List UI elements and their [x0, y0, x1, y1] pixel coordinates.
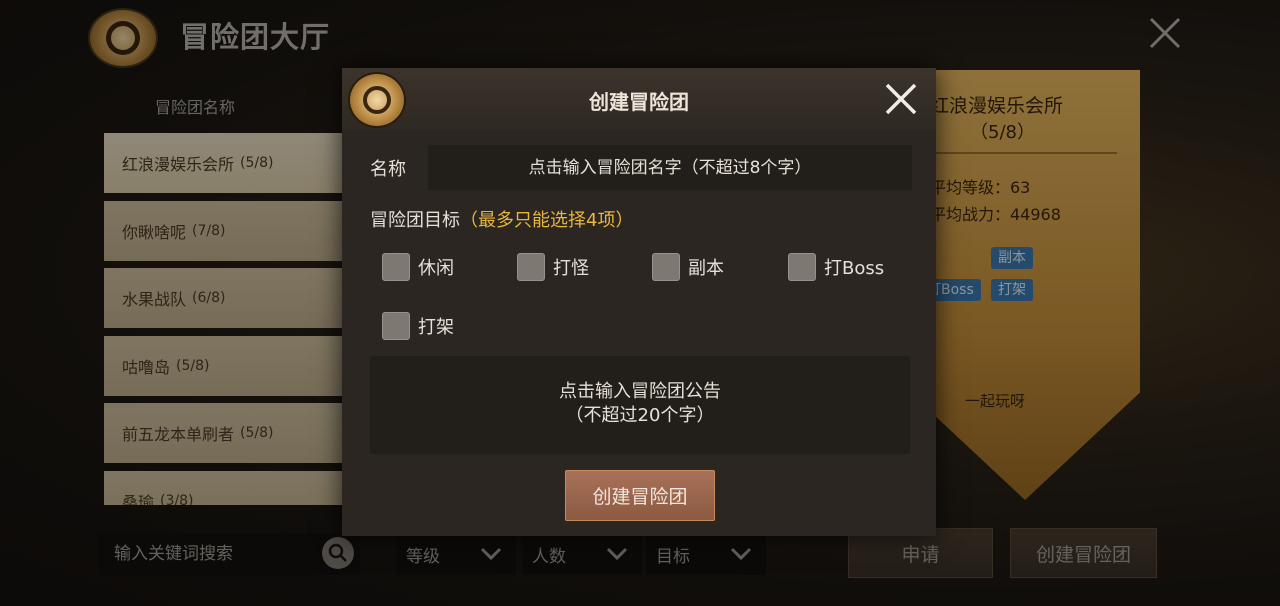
page-title: 冒险团大厅: [180, 20, 331, 54]
team-name: 咕噜岛: [122, 357, 171, 377]
list-header: 冒险团名称: [155, 98, 236, 117]
checkbox-label: 休闲: [418, 258, 454, 279]
goal-checkbox-boss[interactable]: 打Boss: [788, 253, 884, 281]
list-item[interactable]: 水果战队 (6/8): [104, 268, 344, 328]
create-team-dialog: 创建冒险团 名称 冒险团目标（最多只能选择4项） 休闲 打怪 副本 打Boss …: [342, 68, 936, 536]
checkbox-label: 打怪: [553, 258, 589, 279]
level-filter-dropdown[interactable]: 等级: [396, 533, 516, 575]
checkbox-label: 副本: [688, 258, 724, 279]
goal-filter-dropdown[interactable]: 目标: [646, 533, 766, 575]
goal-tag: 打架: [991, 279, 1033, 301]
checkbox-box[interactable]: [788, 253, 816, 281]
checkbox-box[interactable]: [382, 253, 410, 281]
goal-label-text: 冒险团目标: [370, 210, 460, 231]
search-bar: [98, 533, 360, 575]
team-name: 前五龙本单刷者: [122, 425, 235, 444]
name-label: 名称: [370, 159, 406, 180]
list-item[interactable]: 红浪漫娱乐会所 (5/8): [104, 133, 344, 193]
detail-member-count: （5/8）: [970, 122, 1035, 143]
divider: [932, 152, 1117, 154]
guild-logo-icon: [88, 8, 158, 68]
team-count: (5/8): [176, 357, 210, 374]
list-item[interactable]: 桑瑜 (3/8): [104, 470, 344, 506]
goal-checkbox-monster[interactable]: 打怪: [517, 253, 589, 281]
team-count: (6/8): [192, 290, 226, 306]
goal-tag: 副本: [991, 247, 1033, 269]
goal-checkbox-dungeon[interactable]: 副本: [652, 253, 724, 281]
team-count: (3/8): [160, 492, 194, 506]
chevron-down-icon: [606, 547, 628, 561]
team-name: 你瞅啥呢: [122, 222, 187, 242]
team-name: 水果战队: [122, 290, 187, 309]
checkbox-box[interactable]: [517, 253, 545, 281]
team-name-input[interactable]: [428, 145, 912, 190]
team-count: (5/8): [240, 425, 274, 441]
detail-motto: 一起玩呀: [965, 392, 1026, 410]
create-team-submit-button[interactable]: 创建冒险团: [565, 470, 715, 521]
detail-team-name: 红浪漫娱乐会所: [930, 95, 1064, 117]
checkbox-label: 打Boss: [824, 258, 885, 279]
list-item[interactable]: 你瞅啥呢 (7/8): [104, 200, 344, 261]
dialog-title: 创建冒险团: [589, 90, 689, 114]
team-name: 红浪漫娱乐会所: [122, 155, 235, 174]
team-count: (5/8): [240, 155, 274, 171]
level-filter-label: 等级: [406, 546, 440, 567]
chevron-down-icon: [730, 547, 752, 561]
close-icon[interactable]: [882, 80, 920, 118]
goal-checkbox-fight[interactable]: 打架: [382, 312, 454, 340]
search-button[interactable]: [322, 537, 354, 569]
chevron-down-icon: [480, 547, 502, 561]
detail-power: 平均战力：44968: [930, 205, 1061, 224]
search-input[interactable]: [112, 543, 316, 565]
list-item[interactable]: 前五龙本单刷者 (5/8): [104, 403, 344, 463]
list-item[interactable]: 咕噜岛 (5/8): [104, 335, 344, 396]
members-filter-label: 人数: [532, 546, 566, 567]
search-icon: [328, 543, 347, 562]
members-filter-dropdown[interactable]: 人数: [522, 533, 642, 575]
goal-hint: （最多只能选择4项）: [460, 210, 634, 231]
checkbox-box[interactable]: [652, 253, 680, 281]
goal-filter-label: 目标: [656, 546, 690, 567]
create-team-button[interactable]: 创建冒险团: [1010, 528, 1157, 578]
goal-label: 冒险团目标（最多只能选择4项）: [370, 206, 633, 232]
checkbox-box[interactable]: [382, 312, 410, 340]
checkbox-label: 打架: [418, 317, 454, 338]
team-list[interactable]: 红浪漫娱乐会所 (5/8) 你瞅啥呢 (7/8) 水果战队 (6/8) 咕噜岛 …: [104, 133, 344, 505]
team-count: (7/8): [192, 222, 226, 239]
detail-level: 平均等级：63: [930, 178, 1031, 197]
goal-checkbox-casual[interactable]: 休闲: [382, 253, 454, 281]
team-notice-input[interactable]: [370, 356, 910, 454]
team-name: 桑瑜: [122, 492, 155, 506]
